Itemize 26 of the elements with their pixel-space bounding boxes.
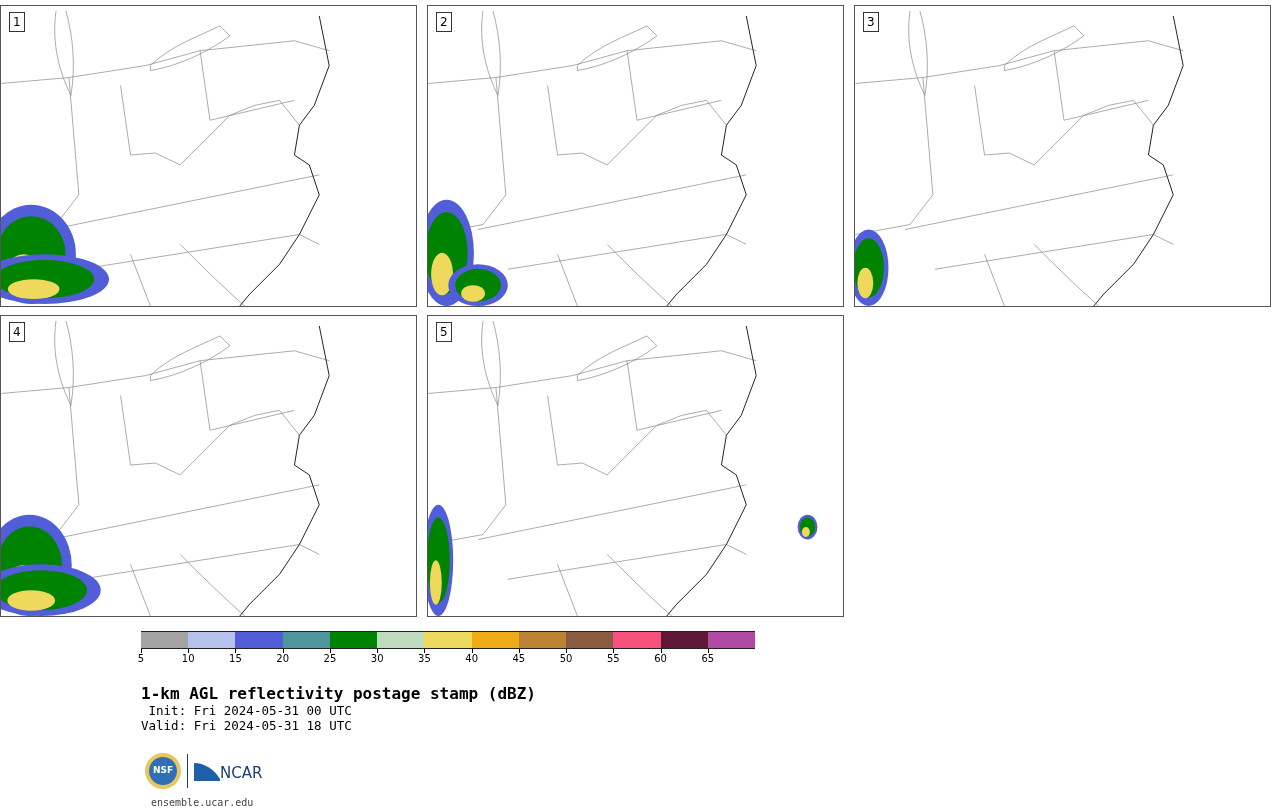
colorbar-tick-label: 30 [370,653,384,665]
panel-number: 1 [9,12,25,32]
colorbar-tick-label: 15 [229,653,242,665]
colorbar-tick-label: 20 [276,653,290,665]
valid-time: Valid: Fri 2024-05-31 18 UTC [141,718,352,733]
colorbar-tick-label: 35 [418,653,431,665]
colorbar-tick-label: 10 [181,653,195,665]
chart-title: 1-km AGL reflectivity postage stamp (dBZ) [141,685,536,703]
panel-number: 3 [863,12,879,32]
colorbar-tick-label: 25 [323,653,337,665]
colorbar-tick-label: 55 [607,653,620,665]
colorbar-tick-label: 5 [137,653,145,665]
site-url: ensemble.ucar.edu [151,796,254,809]
logo-text: NCAR [220,765,263,781]
colorbar-tick-label: 40 [465,653,478,665]
panel-number: 4 [9,322,25,342]
colorbar-tick-label: 50 [559,653,573,665]
swoosh-icon [194,761,220,781]
colorbar-tick-label: 45 [512,653,526,665]
init-time: Init: Fri 2024-05-31 00 UTC [147,703,352,718]
logo-text: NSF [152,764,174,778]
panel-number: 5 [436,322,452,342]
colorbar-tick-label: 60 [654,653,667,665]
colorbar-tick-label: 65 [701,653,715,665]
radar-echo-drawing [797,514,818,540]
panel-number: 2 [436,12,452,32]
